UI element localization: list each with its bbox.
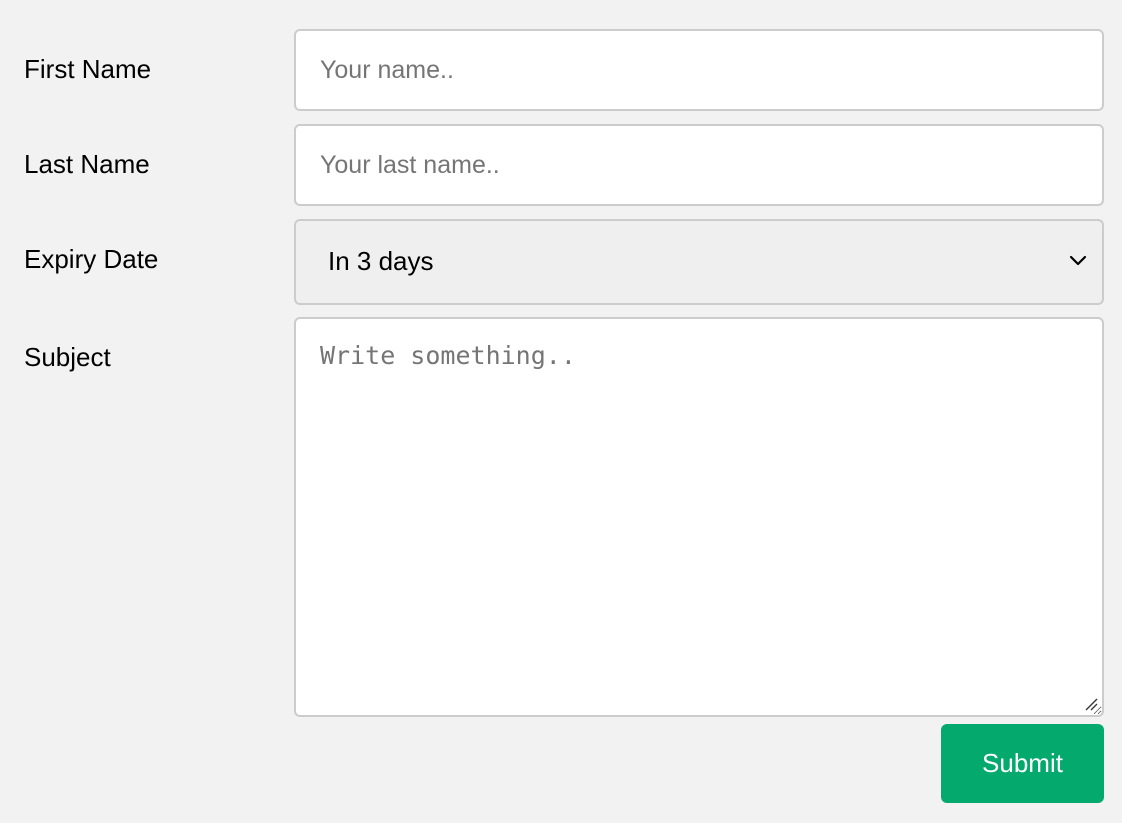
last-name-label: Last Name [24, 149, 150, 179]
expiry-date-select[interactable]: In 3 days [294, 219, 1104, 305]
expiry-date-label: Expiry Date [24, 244, 159, 274]
contact-form: First Name Last Name Expiry Date In 3 da… [0, 0, 1122, 823]
first-name-label: First Name [24, 54, 152, 84]
subject-label: Subject [24, 342, 111, 372]
submit-button[interactable]: Submit [941, 724, 1104, 803]
expiry-date-selected-value: In 3 days [328, 246, 434, 276]
chevron-down-icon [1069, 255, 1087, 266]
first-name-input[interactable] [294, 29, 1104, 111]
last-name-input[interactable] [294, 124, 1104, 206]
subject-textarea[interactable] [294, 317, 1104, 717]
